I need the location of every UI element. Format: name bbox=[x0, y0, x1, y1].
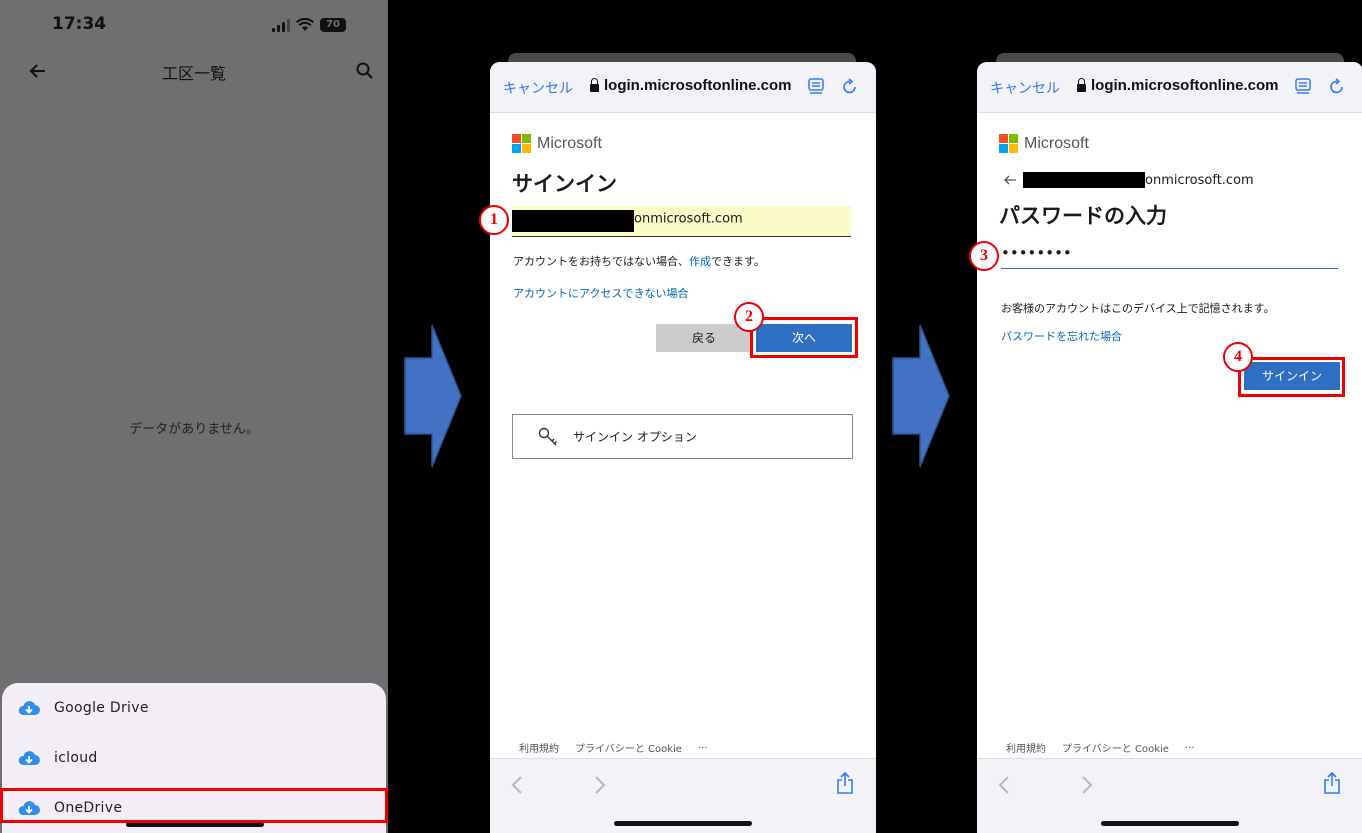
lock-icon bbox=[590, 77, 599, 92]
lock-icon bbox=[1077, 77, 1086, 92]
redacted-block bbox=[512, 210, 634, 232]
search-icon[interactable] bbox=[355, 61, 375, 81]
remember-note: お客様のアカウントはこのデバイス上で記憶されます。 bbox=[1001, 302, 1275, 315]
step-number-1: 1 bbox=[479, 205, 509, 235]
next-step-arrow-icon bbox=[892, 324, 950, 468]
key-icon bbox=[538, 427, 557, 446]
page-footer: 利用規約 プライバシーと Cookie ... bbox=[1006, 740, 1194, 755]
terms-link[interactable]: 利用規約 bbox=[519, 740, 559, 755]
back-chevron-icon[interactable] bbox=[510, 775, 524, 795]
home-indicator bbox=[614, 821, 752, 826]
home-indicator bbox=[1101, 821, 1239, 826]
step-number-4: 4 bbox=[1223, 342, 1253, 372]
step-number-3: 3 bbox=[969, 241, 999, 271]
microsoft-logo-icon bbox=[999, 134, 1018, 153]
redacted-block bbox=[1023, 172, 1145, 188]
page-footer: 利用規約 プライバシーと Cookie ... bbox=[519, 740, 707, 755]
back-chevron-icon[interactable] bbox=[997, 775, 1011, 795]
create-account-link[interactable]: 作成 bbox=[689, 255, 711, 268]
forward-chevron-icon[interactable] bbox=[1080, 775, 1094, 795]
no-account-prefix: アカウントをお持ちではない場合、 bbox=[513, 255, 689, 268]
password-field[interactable]: •••••••• bbox=[1001, 240, 1338, 269]
cant-access-link[interactable]: アカウントにアクセスできない場合 bbox=[513, 285, 688, 301]
wifi-icon bbox=[296, 18, 314, 31]
status-time: 17:34 bbox=[52, 14, 107, 34]
drive-label: icloud bbox=[54, 750, 98, 766]
no-account-suffix: できます。 bbox=[711, 255, 765, 268]
url-text: login.microsoftonline.com bbox=[1091, 77, 1279, 94]
battery-icon: 70 bbox=[320, 18, 346, 32]
signin-screen: キャンセル login.microsoftonline.com Microsof… bbox=[490, 62, 876, 833]
share-icon[interactable] bbox=[1323, 771, 1341, 795]
empty-message: データがありません。 bbox=[129, 422, 259, 437]
more-options-link[interactable]: ... bbox=[1185, 740, 1195, 755]
reader-icon[interactable] bbox=[808, 78, 824, 96]
page-title: 工区一覧 bbox=[161, 64, 226, 83]
reload-icon[interactable] bbox=[1329, 78, 1345, 96]
signin-heading: サインイン bbox=[512, 172, 617, 196]
brand-name: Microsoft bbox=[1024, 134, 1089, 152]
no-account-text: アカウントをお持ちではない場合、作成できます。 bbox=[513, 253, 765, 269]
next-step-arrow-icon bbox=[404, 324, 462, 468]
url-display: login.microsoftonline.com bbox=[1077, 77, 1279, 94]
microsoft-logo: Microsoft bbox=[999, 134, 1089, 153]
share-icon[interactable] bbox=[836, 771, 854, 795]
browser-address-bar: キャンセル login.microsoftonline.com bbox=[977, 62, 1362, 113]
status-icons: 70 bbox=[272, 16, 346, 34]
identity-row[interactable]: onmicrosoft.com bbox=[1003, 168, 1254, 192]
cancel-button[interactable]: キャンセル bbox=[990, 78, 1060, 98]
privacy-link[interactable]: プライバシーと Cookie bbox=[575, 740, 682, 755]
back-arrow-icon[interactable] bbox=[1003, 174, 1017, 186]
more-options-link[interactable]: ... bbox=[698, 740, 708, 755]
step-number-2: 2 bbox=[734, 302, 764, 332]
microsoft-logo: Microsoft bbox=[512, 134, 602, 153]
cloud-download-icon bbox=[18, 751, 40, 765]
password-mask: •••••••• bbox=[1001, 244, 1072, 262]
cancel-button[interactable]: キャンセル bbox=[503, 78, 573, 98]
cloud-download-icon bbox=[18, 701, 40, 715]
url-display: login.microsoftonline.com bbox=[590, 77, 792, 94]
highlight-next-button bbox=[750, 317, 858, 358]
microsoft-logo-icon bbox=[512, 134, 531, 153]
highlight-signin-button bbox=[1238, 357, 1345, 397]
email-suffix: onmicrosoft.com bbox=[634, 211, 743, 227]
signin-options-label: サインイン オプション bbox=[573, 430, 697, 444]
email-suffix: onmicrosoft.com bbox=[1145, 172, 1254, 188]
signal-icon bbox=[272, 18, 290, 32]
forward-chevron-icon[interactable] bbox=[593, 775, 607, 795]
privacy-link[interactable]: プライバシーと Cookie bbox=[1062, 740, 1169, 755]
email-field[interactable]: onmicrosoft.com bbox=[512, 206, 851, 237]
drive-item-google[interactable]: Google Drive bbox=[18, 698, 149, 718]
browser-address-bar: キャンセル login.microsoftonline.com bbox=[490, 62, 876, 113]
back-button[interactable]: 戻る bbox=[656, 324, 752, 352]
onedrive-app-screen: 17:34 70 工区一覧 データがありません。 Google Drive ic… bbox=[0, 0, 388, 833]
password-screen: キャンセル login.microsoftonline.com Microsof… bbox=[977, 62, 1362, 833]
password-heading: パスワードの入力 bbox=[999, 204, 1167, 228]
reader-icon[interactable] bbox=[1295, 78, 1311, 96]
url-text: login.microsoftonline.com bbox=[604, 77, 792, 94]
signin-options-button[interactable]: サインイン オプション bbox=[512, 414, 853, 459]
brand-name: Microsoft bbox=[537, 134, 602, 152]
drive-label: Google Drive bbox=[54, 700, 149, 716]
terms-link[interactable]: 利用規約 bbox=[1006, 740, 1046, 755]
reload-icon[interactable] bbox=[842, 78, 858, 96]
drive-item-icloud[interactable]: icloud bbox=[18, 748, 98, 768]
highlight-onedrive bbox=[0, 788, 388, 823]
forgot-password-link[interactable]: パスワードを忘れた場合 bbox=[1001, 328, 1122, 344]
